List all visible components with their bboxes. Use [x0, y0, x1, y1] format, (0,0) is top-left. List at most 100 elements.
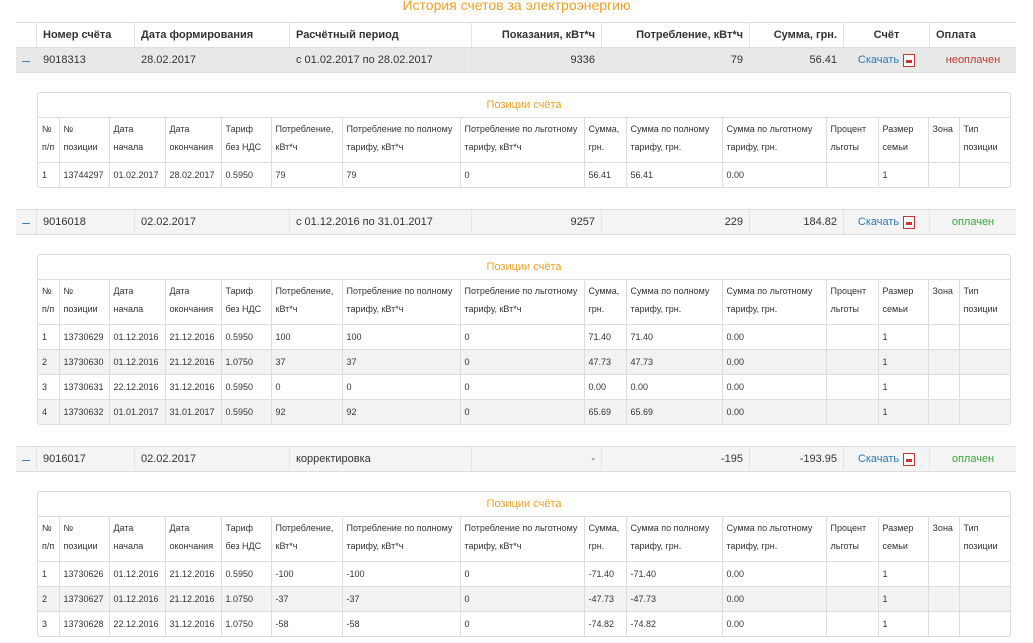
- position-cell: [825, 399, 878, 424]
- position-cell: 0.00: [721, 399, 826, 424]
- position-cell: 1: [877, 374, 928, 400]
- positions-header-cell: Дата окончания: [164, 118, 221, 163]
- pdf-icon[interactable]: [903, 452, 916, 466]
- position-cell: 4: [38, 399, 59, 424]
- position-cell: -71.40: [583, 561, 626, 587]
- positions-header-cell: Потребление, кВт*ч: [270, 517, 342, 562]
- position-cell: [958, 399, 1010, 424]
- positions-header-cell: Потребление по полному тарифу, кВт*ч: [341, 517, 460, 562]
- position-cell: -58: [341, 611, 460, 636]
- invoice-cell: Скачать: [843, 447, 929, 471]
- positions-header-cell: Сумма по льготному тарифу, грн.: [721, 517, 826, 562]
- positions-header-cell: Сумма, грн.: [583, 517, 626, 562]
- position-cell: -37: [341, 586, 460, 612]
- bill-readings: 9336: [471, 48, 601, 72]
- positions-header-cell: Сумма, грн.: [583, 280, 626, 325]
- download-link[interactable]: Скачать: [858, 453, 899, 465]
- collapse-toggle-icon[interactable]: –: [16, 210, 36, 234]
- position-cell: -74.82: [625, 611, 722, 636]
- pdf-icon[interactable]: [903, 53, 916, 67]
- position-cell: 1: [38, 162, 59, 187]
- bill-row: –9016017 02.02.2017 корректировка - -195 -193…: [16, 446, 1016, 472]
- pdf-icon[interactable]: [903, 215, 916, 229]
- position-cell: [927, 561, 959, 587]
- position-cell: 0: [459, 349, 584, 375]
- positions-title: Позиции счёта: [38, 93, 1010, 118]
- positions-header-cell: Потребление, кВт*ч: [270, 118, 342, 163]
- positions-header-cell: Потребление, кВт*ч: [270, 280, 342, 325]
- payment-status: оплачен: [929, 447, 1016, 471]
- position-cell: 31.12.2016: [164, 611, 221, 636]
- position-cell: 2: [38, 586, 59, 612]
- position-cell: 65.69: [583, 399, 626, 424]
- position-cell: [825, 162, 878, 187]
- header-readings: Показания, кВт*ч: [471, 23, 601, 47]
- position-cell: 0.00: [583, 374, 626, 400]
- position-cell: 0.00: [721, 324, 826, 350]
- invoice-cell: Скачать: [843, 48, 929, 72]
- positions-header-cell: Зона: [927, 118, 959, 163]
- position-cell: 1: [877, 611, 928, 636]
- positions-header-cell: Сумма по льготному тарифу, грн.: [721, 118, 826, 163]
- bill-date: 02.02.2017: [134, 210, 289, 234]
- position-cell: 0: [459, 374, 584, 400]
- position-cell: 3: [38, 374, 59, 400]
- bills-table-header: Номер счёта Дата формирования Расчётный …: [16, 22, 1016, 48]
- positions-header-cell: Тариф без НДС: [220, 517, 271, 562]
- position-cell: -47.73: [625, 586, 722, 612]
- position-cell: 13730626: [58, 561, 109, 587]
- position-cell: 01.02.2017: [108, 162, 165, 187]
- position-cell: 71.40: [625, 324, 722, 350]
- positions-header-cell: Размер семьи: [877, 280, 928, 325]
- position-cell: 0.00: [721, 349, 826, 375]
- position-cell: [927, 374, 959, 400]
- header-invoice: Счёт: [843, 23, 929, 47]
- positions-header-cell: Тип позиции: [958, 118, 1010, 163]
- download-link[interactable]: Скачать: [858, 54, 899, 66]
- positions-header-cell: Тип позиции: [958, 280, 1010, 325]
- positions-header-cell: Процент льготы: [825, 280, 878, 325]
- positions-header-cell: Дата окончания: [164, 280, 221, 325]
- collapse-toggle-icon[interactable]: –: [16, 447, 36, 471]
- positions-panel: Позиции счёта № п/п № позиции Дата начала Да…: [37, 491, 1011, 637]
- position-cell: 0.00: [721, 586, 826, 612]
- header-period: Расчётный период: [289, 23, 471, 47]
- bill-consumption: -195: [601, 447, 749, 471]
- position-cell: 1.0750: [220, 611, 271, 636]
- positions-table: № п/п № позиции Дата начала Дата окончания Т…: [38, 517, 1010, 636]
- position-cell: 37: [341, 349, 460, 375]
- positions-header-cell: № позиции: [58, 280, 109, 325]
- position-cell: -74.82: [583, 611, 626, 636]
- position-cell: 01.01.2017: [108, 399, 165, 424]
- position-cell: 21.12.2016: [164, 349, 221, 375]
- positions-header-row: № п/п № позиции Дата начала Дата окончания Т…: [38, 280, 1010, 325]
- position-cell: 01.12.2016: [108, 324, 165, 350]
- position-cell: 47.73: [625, 349, 722, 375]
- bill-readings: 9257: [471, 210, 601, 234]
- position-cell: 0: [459, 586, 584, 612]
- position-row: 1 13730629 01.12.2016 21.12.2016 0.5950 100 10…: [38, 324, 1010, 350]
- positions-header-cell: Процент льготы: [825, 118, 878, 163]
- position-cell: 13744297: [58, 162, 109, 187]
- position-cell: 01.12.2016: [108, 349, 165, 375]
- positions-table: № п/п № позиции Дата начала Дата окончания Т…: [38, 118, 1010, 187]
- position-cell: 37: [270, 349, 342, 375]
- position-cell: [958, 162, 1010, 187]
- bill-date: 02.02.2017: [134, 447, 289, 471]
- bill-account: 9016018: [36, 210, 134, 234]
- positions-header-cell: Тариф без НДС: [220, 118, 271, 163]
- position-cell: 1.0750: [220, 349, 271, 375]
- position-cell: [958, 586, 1010, 612]
- collapse-toggle-icon[interactable]: –: [16, 48, 36, 72]
- position-cell: 0.00: [721, 374, 826, 400]
- position-cell: 1: [877, 561, 928, 587]
- position-cell: [927, 349, 959, 375]
- position-cell: 1: [38, 561, 59, 587]
- position-cell: 1: [877, 349, 928, 375]
- position-cell: 79: [341, 162, 460, 187]
- position-cell: 0: [459, 561, 584, 587]
- download-link[interactable]: Скачать: [858, 216, 899, 228]
- position-cell: 13730631: [58, 374, 109, 400]
- positions-header-cell: Потребление по льготному тарифу, кВт*ч: [459, 280, 584, 325]
- position-cell: 79: [270, 162, 342, 187]
